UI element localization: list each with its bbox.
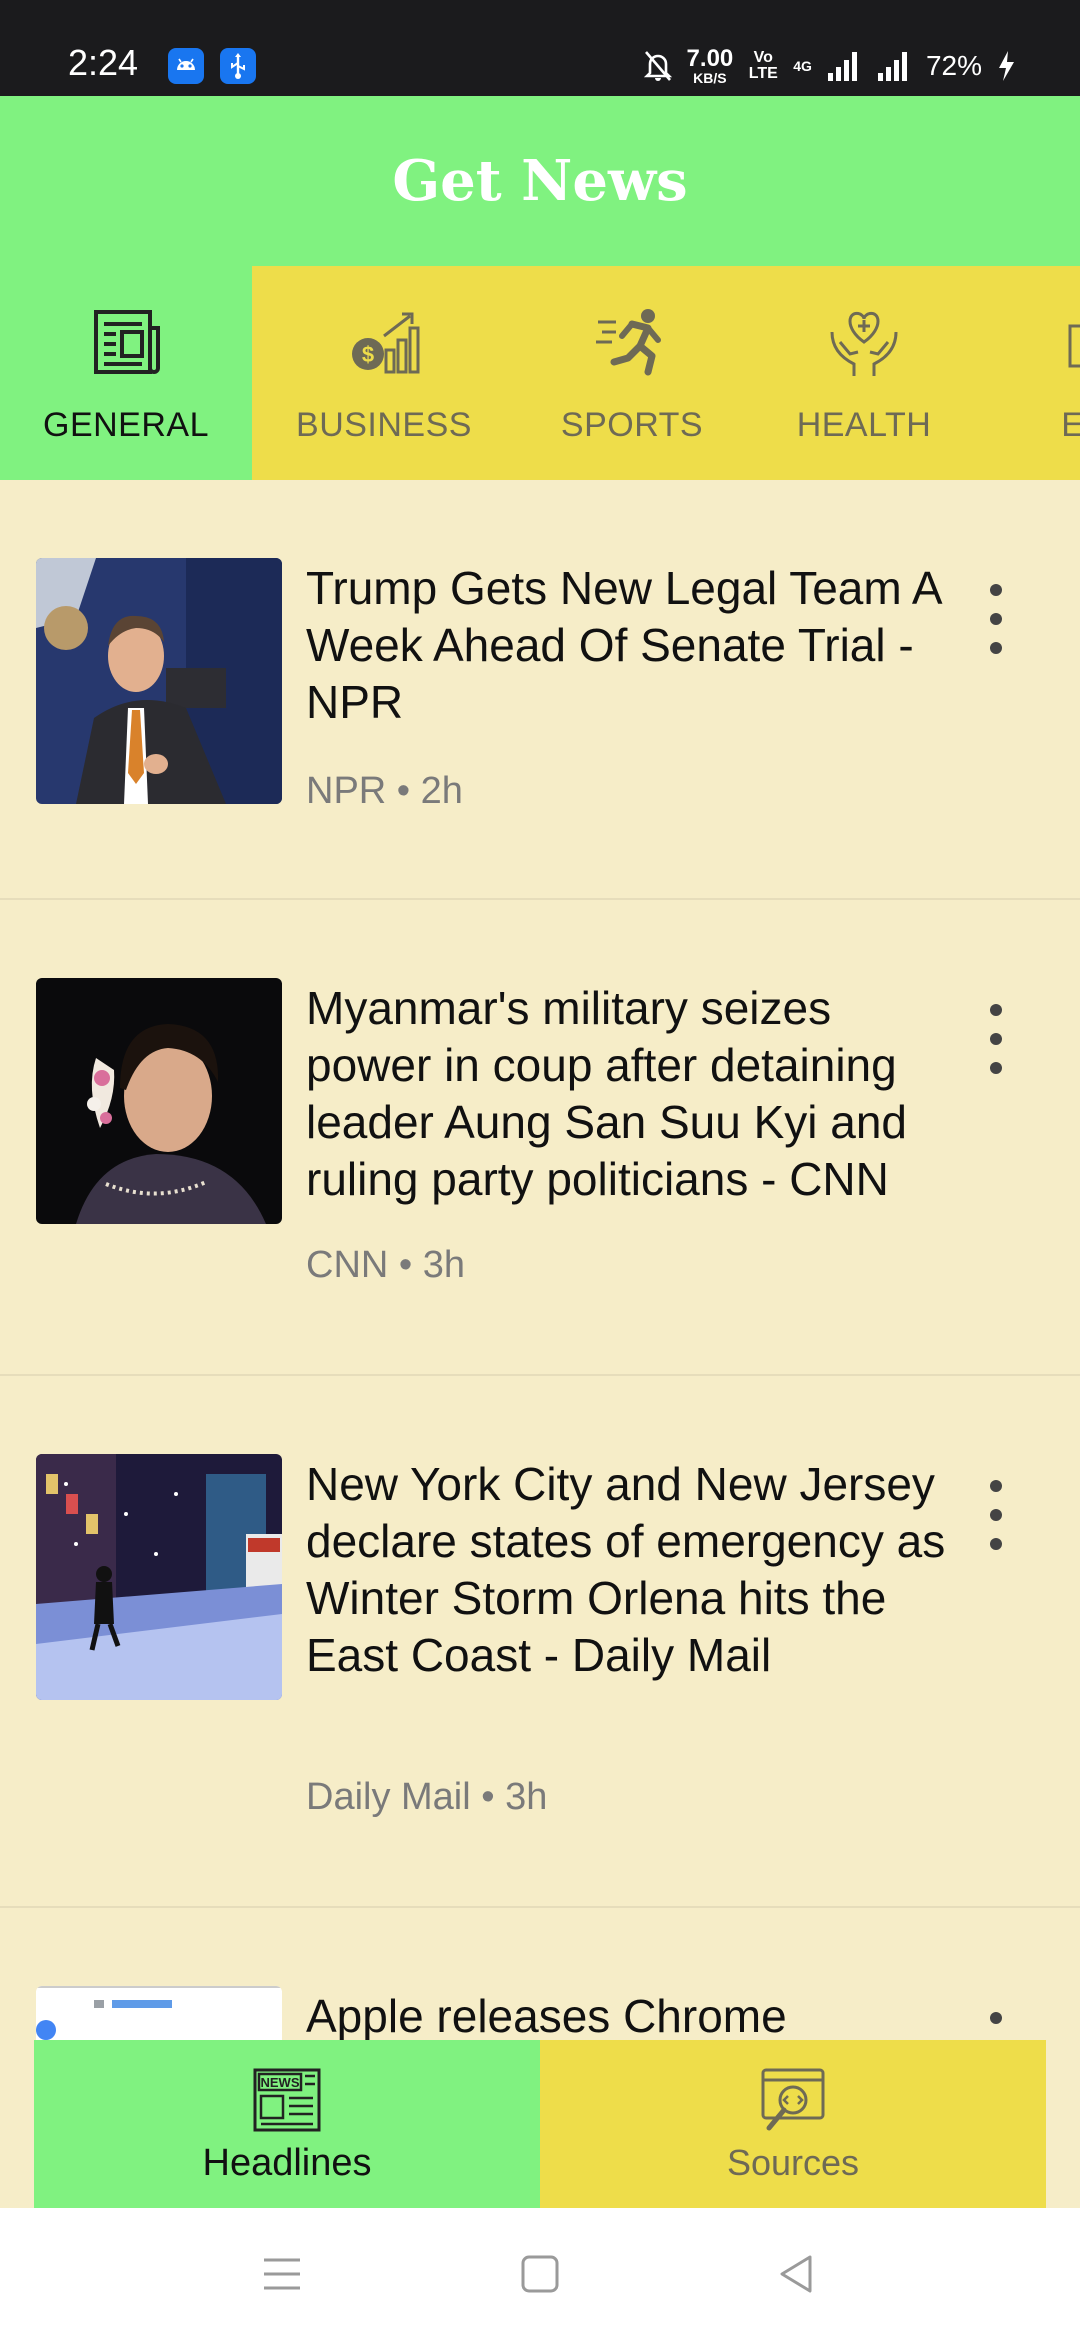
article-meta: CNN • 3h xyxy=(306,1244,466,1286)
tab-general[interactable]: GENERAL xyxy=(0,266,252,480)
status-time: 2:24 xyxy=(68,42,139,83)
app-title: Get News xyxy=(392,148,688,214)
list-item[interactable]: Myanmar's military seizes power in coup … xyxy=(0,900,1080,1376)
more-options-icon[interactable] xyxy=(978,1480,1014,1550)
android-icon xyxy=(168,48,204,84)
nav-label: Headlines xyxy=(202,2141,372,2184)
article-thumbnail xyxy=(36,558,282,804)
tab-business[interactable]: $ BUSINESS xyxy=(252,266,516,480)
usb-icon xyxy=(220,48,256,84)
more-options-icon[interactable] xyxy=(978,1004,1014,1074)
app-bar: Get News xyxy=(0,96,1080,266)
nav-sources[interactable]: Sources xyxy=(540,2040,1046,2208)
tab-label: GENERAL xyxy=(43,405,209,444)
list-item[interactable]: Trump Gets New Legal Team A Week Ahead O… xyxy=(0,480,1080,900)
runner-icon xyxy=(596,308,661,375)
health-hands-icon xyxy=(830,311,898,376)
tab-sports[interactable]: SPORTS xyxy=(516,266,748,480)
article-meta: Daily Mail • 3h xyxy=(306,1776,548,1818)
news-icon: NEWS xyxy=(253,2068,321,2131)
article-headline: Apple releases Chrome xyxy=(306,1990,787,2040)
svg-text:$: $ xyxy=(362,342,374,367)
status-bar: 2:24 7.00 KB/S Vo LTE 4G 72% xyxy=(0,0,1080,96)
article-thumbnail xyxy=(36,1986,282,2040)
status-icons: 7.00 KB/S Vo LTE 4G 72% xyxy=(643,44,1016,88)
menu-icon[interactable] xyxy=(262,2254,302,2294)
source-code-icon xyxy=(761,2068,825,2131)
more-options-icon[interactable] xyxy=(978,584,1014,654)
business-chart-icon: $ xyxy=(352,312,420,373)
tab-label: ENT xyxy=(1061,405,1080,444)
tab-label: HEALTH xyxy=(796,405,932,444)
article-meta: NPR • 2h xyxy=(306,770,463,812)
bottom-navigation: NEWS Headlines Sources xyxy=(34,2040,1046,2208)
signal-icon-sim2 xyxy=(877,52,907,81)
article-thumbnail xyxy=(36,1454,282,1700)
category-tabs: GENERAL $ BUSINESS SPORTS HEALTH E xyxy=(0,266,1080,480)
signal-icon xyxy=(827,52,857,81)
list-item[interactable]: New York City and New Jersey declare sta… xyxy=(0,1376,1080,1908)
nav-label: Sources xyxy=(726,2142,860,2183)
article-headline: Myanmar's military seizes power in coup … xyxy=(306,982,908,1205)
network-type: 4G xyxy=(793,58,812,74)
news-list: Trump Gets New Legal Team A Week Ahead O… xyxy=(0,480,1080,2040)
bell-muted-icon xyxy=(643,51,672,81)
nav-headlines[interactable]: NEWS Headlines xyxy=(34,2040,540,2208)
net-speed: 7.00 KB/S xyxy=(686,45,734,86)
article-thumbnail xyxy=(36,978,282,1224)
tab-label: SPORTS xyxy=(560,405,704,444)
back-icon[interactable] xyxy=(776,2254,816,2294)
list-item[interactable]: Apple releases Chrome xyxy=(0,1908,1080,2040)
battery-level: 72% xyxy=(925,50,982,81)
newspaper-icon xyxy=(94,309,160,374)
home-icon[interactable] xyxy=(520,2254,560,2294)
tab-entertainment[interactable]: ENT xyxy=(980,266,1080,480)
more-options-icon[interactable] xyxy=(978,2012,1014,2040)
tab-label: BUSINESS xyxy=(296,405,472,444)
tab-health[interactable]: HEALTH xyxy=(748,266,980,480)
system-navigation-bar xyxy=(0,2208,1080,2340)
volte-indicator: Vo LTE xyxy=(748,49,778,82)
charging-icon xyxy=(999,51,1014,81)
entertainment-icon xyxy=(1068,324,1080,367)
svg-text:NEWS: NEWS xyxy=(261,2075,300,2090)
article-headline: New York City and New Jersey declare sta… xyxy=(306,1458,946,1681)
article-headline: Trump Gets New Legal Team A Week Ahead O… xyxy=(306,562,941,728)
